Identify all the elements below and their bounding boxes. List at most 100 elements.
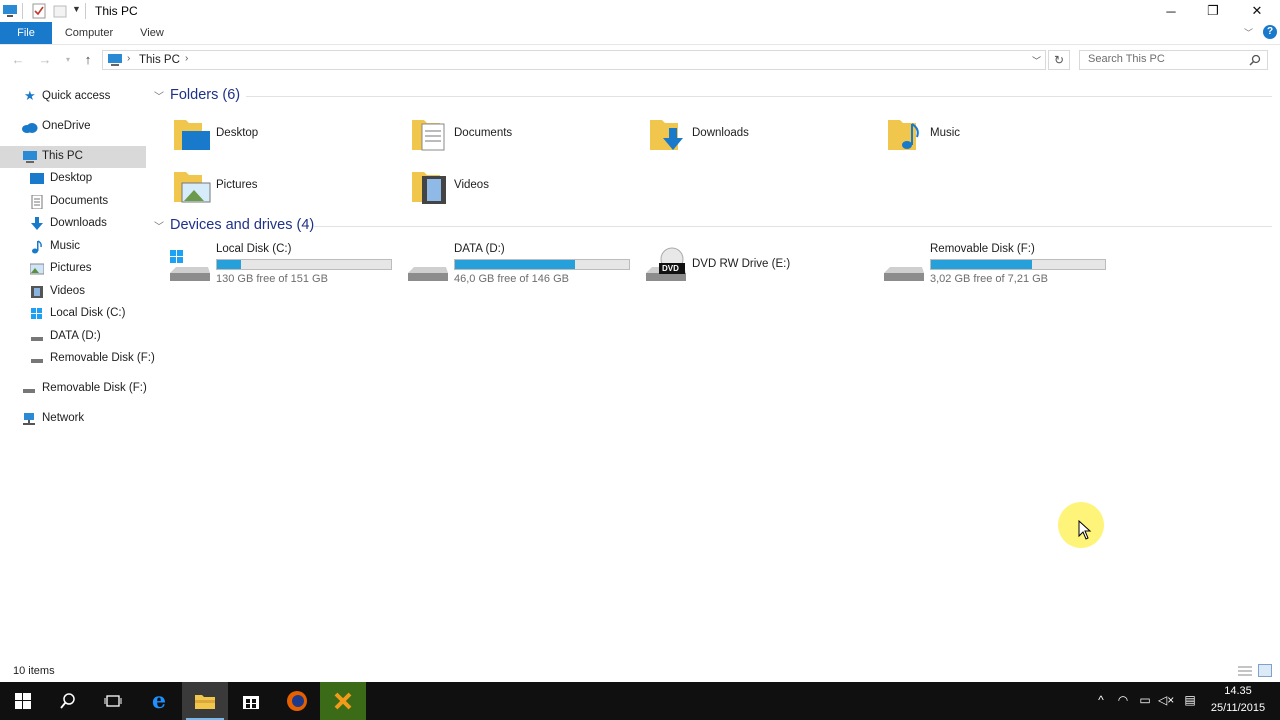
drive-local-disk-c[interactable]: Local Disk (C:) 130 GB free of 151 GB [168,243,408,289]
item-count: 10 items [13,665,55,677]
ribbon-tabs: File Computer View ﹀ ? [0,22,1280,45]
search-button[interactable] [45,682,91,720]
breadcrumb-separator-icon[interactable]: › [185,53,188,64]
tab-view[interactable]: View [132,22,172,44]
expand-ribbon-chevron-icon[interactable]: ﹀ [1244,26,1253,39]
properties-icon[interactable] [31,3,47,19]
back-arrow-icon[interactable]: ← [10,52,26,68]
task-view-button[interactable] [90,682,136,720]
this-pc-icon [23,151,37,163]
this-pc-icon [3,5,17,17]
windows-drive-icon [170,250,210,281]
wifi-icon[interactable]: ◠ [1115,693,1131,709]
up-arrow-icon[interactable]: ↑ [80,52,96,68]
group-divider [314,226,1272,227]
breadcrumb-this-pc[interactable]: This PC [139,54,180,66]
taskbar-firefox[interactable] [274,682,320,720]
search-placeholder: Search This PC [1088,53,1165,65]
taskbar-file-explorer[interactable] [182,682,228,720]
tab-computer[interactable]: Computer [58,22,120,44]
sidebar-item-documents[interactable]: Documents [0,191,146,213]
collapse-chevron-icon[interactable]: ﹀ [154,88,166,103]
customize-qat-chevron-icon[interactable]: ▼ [72,4,81,14]
restore-button[interactable]: ❐ [1190,0,1236,22]
dvd-logo: DVD [662,264,679,273]
sidebar-item-downloads[interactable]: Downloads [0,213,146,235]
drive-icon [408,267,448,281]
refresh-icon: ↻ [1053,53,1065,67]
drive-dvd-rw-e[interactable]: DVD DVD RW Drive (E:) [644,243,884,289]
status-bar: 10 items [0,660,1280,682]
collapse-chevron-icon[interactable]: ﹀ [154,218,166,233]
large-icons-view-icon[interactable] [1258,664,1272,677]
taskbar-edge[interactable]: e [136,682,182,720]
drive-free-space: 46,0 GB free of 146 GB [454,273,569,285]
usb-drive-icon [884,267,924,281]
downloads-icon [31,217,43,230]
sidebar-item-pictures[interactable]: Pictures [0,258,146,280]
windows-drive-icon [31,308,42,319]
sidebar-item-onedrive[interactable]: OneDrive [0,116,146,138]
folder-pictures[interactable]: Pictures [172,166,402,216]
help-icon[interactable]: ? [1263,25,1277,39]
folders-group-header[interactable]: ﹀ Folders (6) [154,86,1272,106]
drive-label: Local Disk (C:) [216,243,292,255]
show-hidden-icons-chevron-icon[interactable]: ^ [1093,693,1109,709]
sidebar-item-label: Local Disk (C:) [50,307,126,319]
sidebar-item-desktop[interactable]: Desktop [0,168,146,190]
sidebar-item-label: Downloads [50,217,107,229]
refresh-button[interactable]: ↻ [1048,50,1070,70]
firefox-icon [287,691,307,711]
sidebar-item-removable-f[interactable]: Removable Disk (F:) [0,348,155,370]
minimize-button[interactable]: ─ [1148,0,1194,22]
minimize-icon: ─ [1166,3,1176,19]
sidebar-item-videos[interactable]: Videos [0,281,146,303]
group-title: Folders (6) [170,87,241,103]
sidebar-item-label: Desktop [50,172,93,184]
folder-documents[interactable]: Documents [410,114,640,164]
drive-data-d[interactable]: DATA (D:) 46,0 GB free of 146 GB [406,243,646,289]
start-button[interactable] [0,682,46,720]
search-icon [1249,54,1261,66]
folder-music[interactable]: Music [886,114,1116,164]
folder-downloads[interactable]: Downloads [648,114,878,164]
clock-date[interactable]: 25/11/2015 [1208,702,1268,714]
cloud-icon [22,123,38,133]
volume-muted-icon[interactable]: ◁× [1158,693,1174,709]
new-folder-icon[interactable] [52,3,68,19]
sidebar-item-removable-disk-f[interactable]: Removable Disk (F:) [0,378,147,400]
drive-removable-f[interactable]: Removable Disk (F:) 3,02 GB free of 7,21… [882,243,1122,289]
sidebar-item-data-d[interactable]: DATA (D:) [0,326,146,348]
sidebar-item-this-pc[interactable]: This PC [0,146,146,168]
clock-time[interactable]: 14.35 [1210,685,1266,697]
folder-videos[interactable]: Videos [410,166,640,216]
action-center-icon[interactable]: ▤ [1182,693,1198,709]
taskbar: e ^ ◠ ▭ ◁× ▤ 14.35 25/11/2015 [0,682,1280,720]
mouse-cursor-icon [1078,520,1092,540]
recent-locations-chevron-icon[interactable]: ▾ [60,52,76,68]
close-icon: ✕ [1251,3,1263,18]
address-bar[interactable]: › This PC › ﹀ [102,50,1046,70]
downloads-folder-icon [650,120,683,150]
music-folder-icon [888,120,919,150]
drive-usage-fill [931,260,1032,269]
tab-file[interactable]: File [0,22,52,44]
taskbar-app[interactable] [320,682,366,720]
folder-label: Downloads [692,127,749,139]
folder-desktop[interactable]: Desktop [172,114,402,164]
sidebar-item-local-disk-c[interactable]: Local Disk (C:) [0,303,146,325]
search-input[interactable]: Search This PC [1079,50,1268,70]
forward-arrow-icon[interactable]: → [37,52,53,68]
address-history-chevron-icon[interactable]: ﹀ [1032,54,1041,67]
sidebar-item-music[interactable]: Music [0,236,146,258]
battery-icon[interactable]: ▭ [1137,693,1153,709]
drives-group-header[interactable]: ﹀ Devices and drives (4) [154,216,1272,236]
this-pc-icon [108,54,122,66]
sidebar-item-quick-access[interactable]: ★ Quick access [0,86,146,108]
folder-label: Desktop [216,127,259,139]
taskbar-store[interactable] [228,682,274,720]
details-view-icon[interactable] [1238,665,1252,677]
sidebar-item-network[interactable]: Network [0,408,146,430]
close-button[interactable]: ✕ [1234,0,1280,22]
sidebar-item-label: Pictures [50,262,92,274]
